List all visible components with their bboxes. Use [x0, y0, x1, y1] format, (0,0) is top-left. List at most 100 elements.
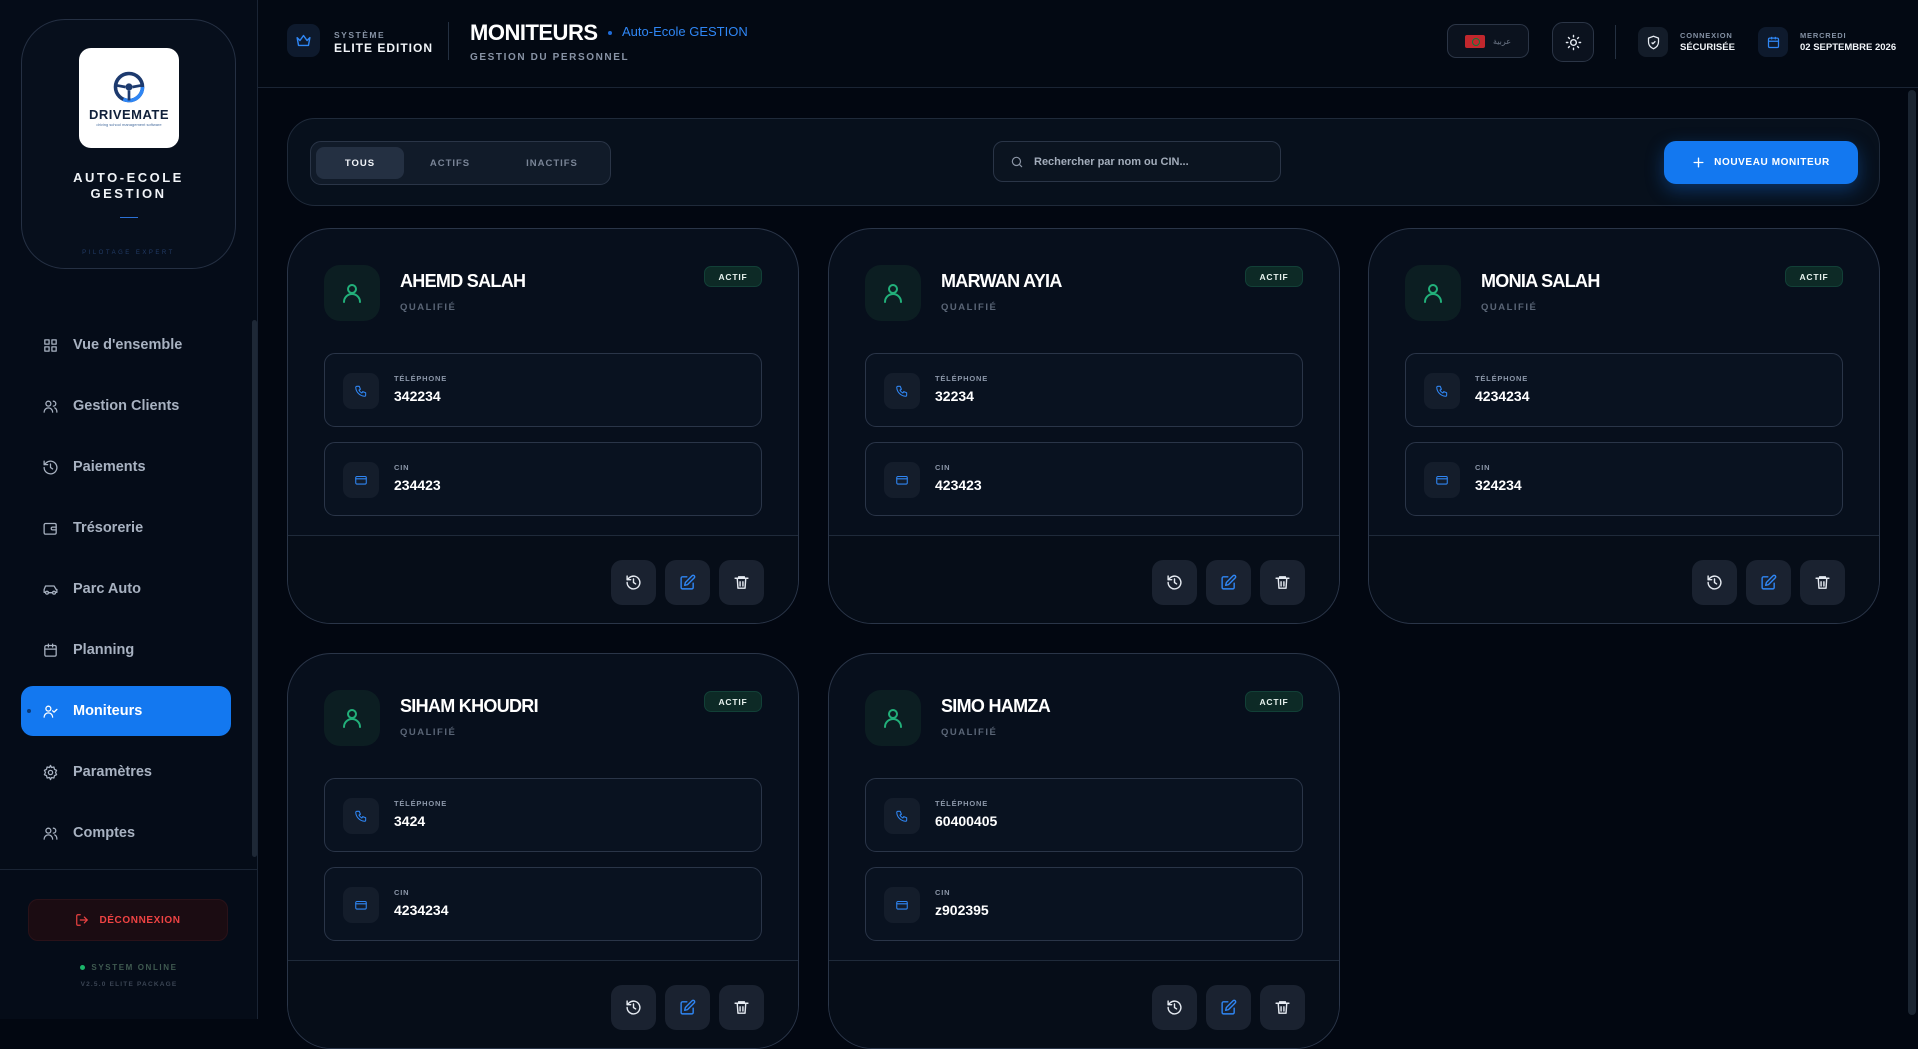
sidebar-item-moniteurs[interactable]: Moniteurs: [21, 686, 231, 736]
status-dot: [80, 965, 86, 971]
id-card-icon-wrap: [343, 462, 379, 498]
connection-status: SÉCURISÉE: [1680, 42, 1735, 53]
moniteur-qualification: QUALIFIÉ: [941, 727, 998, 738]
trash-icon: [1275, 1001, 1290, 1014]
sidebar-item-label: Paramètres: [73, 764, 152, 780]
delete-button[interactable]: [1800, 560, 1845, 605]
moniteur-qualification: QUALIFIÉ: [400, 727, 457, 738]
phone-label: TÉLÉPHONE: [1475, 374, 1529, 383]
phone-icon: [896, 385, 908, 397]
moniteur-name: SIHAM KHOUDRI: [400, 696, 539, 716]
history-button[interactable]: [1152, 985, 1197, 1030]
brand-divider: [120, 217, 138, 218]
system-status: SYSTEM ONLINE: [0, 963, 258, 972]
cin-value: 234423: [394, 477, 441, 493]
delete-button[interactable]: [719, 985, 764, 1030]
breadcrumb[interactable]: Auto-Ecole GESTION: [622, 24, 748, 39]
moniteur-card: AHEMD SALAH QUALIFIÉ ACTIF TÉLÉPHONE 342…: [287, 228, 799, 624]
history-button[interactable]: [611, 560, 656, 605]
logo-word: DRIVEMATE: [88, 107, 170, 122]
sidebar-item-gestion-clients[interactable]: Gestion Clients: [21, 381, 231, 431]
history-button[interactable]: [611, 985, 656, 1030]
moniteur-card: MARWAN AYIA QUALIFIÉ ACTIF TÉLÉPHONE 322…: [828, 228, 1340, 624]
logout-button[interactable]: DÉCONNEXION: [28, 899, 228, 941]
id-card-icon-wrap: [884, 462, 920, 498]
header-divider: [1615, 25, 1616, 59]
cin-field: CIN 4234234: [324, 867, 762, 941]
sidebar-item-planning[interactable]: Planning: [21, 625, 231, 675]
delete-button[interactable]: [1260, 985, 1305, 1030]
avatar: [1405, 265, 1461, 321]
history-icon: [1167, 1000, 1182, 1015]
phone-label: TÉLÉPHONE: [394, 374, 448, 383]
moniteur-name: AHEMD SALAH: [400, 271, 526, 291]
edit-button[interactable]: [1206, 560, 1251, 605]
phone-label: TÉLÉPHONE: [935, 374, 989, 383]
phone-value: 342234: [394, 388, 441, 404]
dashboard-icon: [43, 338, 57, 352]
toolbar: TOUSACTIFSINACTIFS NOUVEAU MONITEUR: [287, 118, 1880, 206]
sidebar-item-label: Gestion Clients: [73, 398, 180, 414]
main-scrollbar[interactable]: [1908, 90, 1916, 1015]
wallet-icon: [42, 522, 57, 535]
car-icon: [42, 584, 58, 595]
user-icon: [884, 284, 902, 303]
search-box[interactable]: [993, 141, 1281, 182]
users-icon: [42, 400, 58, 413]
sidebar-item-label: Parc Auto: [73, 581, 141, 597]
edit-icon: [1761, 574, 1777, 590]
delete-button[interactable]: [1260, 560, 1305, 605]
card-actions: [288, 960, 798, 1048]
id-card-icon-wrap: [1424, 462, 1460, 498]
moniteur-card: SIHAM KHOUDRI QUALIFIÉ ACTIF TÉLÉPHONE 3…: [287, 653, 799, 1049]
add-moniteur-button[interactable]: NOUVEAU MONITEUR: [1664, 141, 1858, 184]
theme-toggle[interactable]: [1552, 22, 1594, 62]
user-icon: [343, 709, 361, 728]
sidebar-scrollbar[interactable]: [252, 320, 257, 857]
day-label: MERCREDI: [1800, 31, 1847, 40]
history-button[interactable]: [1692, 560, 1737, 605]
edit-button[interactable]: [1746, 560, 1791, 605]
shield-check-icon: [1647, 35, 1659, 49]
card-actions: [829, 535, 1339, 623]
filter-tab-tous[interactable]: TOUS: [316, 147, 404, 179]
history-icon-wrap: [41, 458, 59, 476]
edit-button[interactable]: [1206, 985, 1251, 1030]
phone-icon-wrap: [343, 798, 379, 834]
filter-tab-actifs[interactable]: ACTIFS: [404, 147, 496, 179]
phone-field: TÉLÉPHONE 342234: [324, 353, 762, 427]
sidebar-item-label: Vue d'ensemble: [73, 337, 183, 353]
cin-label: CIN: [935, 888, 951, 897]
language-switch[interactable]: عربية: [1447, 24, 1529, 58]
header: SYSTÈME ELITE EDITION MONITEURS Auto-Eco…: [258, 0, 1918, 88]
moniteur-name: MONIA SALAH: [1481, 271, 1600, 291]
sidebar-item-parc-auto[interactable]: Parc Auto: [21, 564, 231, 614]
edit-button[interactable]: [665, 985, 710, 1030]
moniteur-card: MONIA SALAH QUALIFIÉ ACTIF TÉLÉPHONE 423…: [1368, 228, 1880, 624]
add-moniteur-label: NOUVEAU MONITEUR: [1714, 157, 1830, 168]
sidebar-item-vue-d-ensemble[interactable]: Vue d'ensemble: [21, 320, 231, 370]
search-input[interactable]: [1034, 155, 1254, 168]
history-button[interactable]: [1152, 560, 1197, 605]
page-title: MONITEURS: [470, 20, 598, 45]
search-icon: [1011, 156, 1023, 167]
page-subtitle: GESTION DU PERSONNEL: [470, 52, 630, 63]
phone-label: TÉLÉPHONE: [394, 799, 448, 808]
system-status-label: SYSTEM ONLINE: [91, 963, 178, 972]
sidebar-item-param-tres[interactable]: Paramètres: [21, 747, 231, 797]
delete-button[interactable]: [719, 560, 764, 605]
sidebar-item-label: Comptes: [73, 825, 136, 841]
phone-field: TÉLÉPHONE 4234234: [1405, 353, 1843, 427]
sidebar-item-comptes[interactable]: Comptes: [21, 808, 231, 858]
moniteur-qualification: QUALIFIÉ: [400, 302, 457, 313]
cin-value: 4234234: [394, 902, 449, 918]
edit-button[interactable]: [665, 560, 710, 605]
sidebar-item-tr-sorerie[interactable]: Trésorerie: [21, 503, 231, 553]
trash-icon: [1275, 576, 1290, 589]
logo-tagline: driving school management software: [96, 122, 162, 127]
history-icon: [1167, 575, 1182, 590]
id-card-icon: [1436, 475, 1448, 485]
users-icon-wrap: [41, 397, 59, 415]
filter-tab-inactifs[interactable]: INACTIFS: [496, 147, 608, 179]
sidebar-item-paiements[interactable]: Paiements: [21, 442, 231, 492]
